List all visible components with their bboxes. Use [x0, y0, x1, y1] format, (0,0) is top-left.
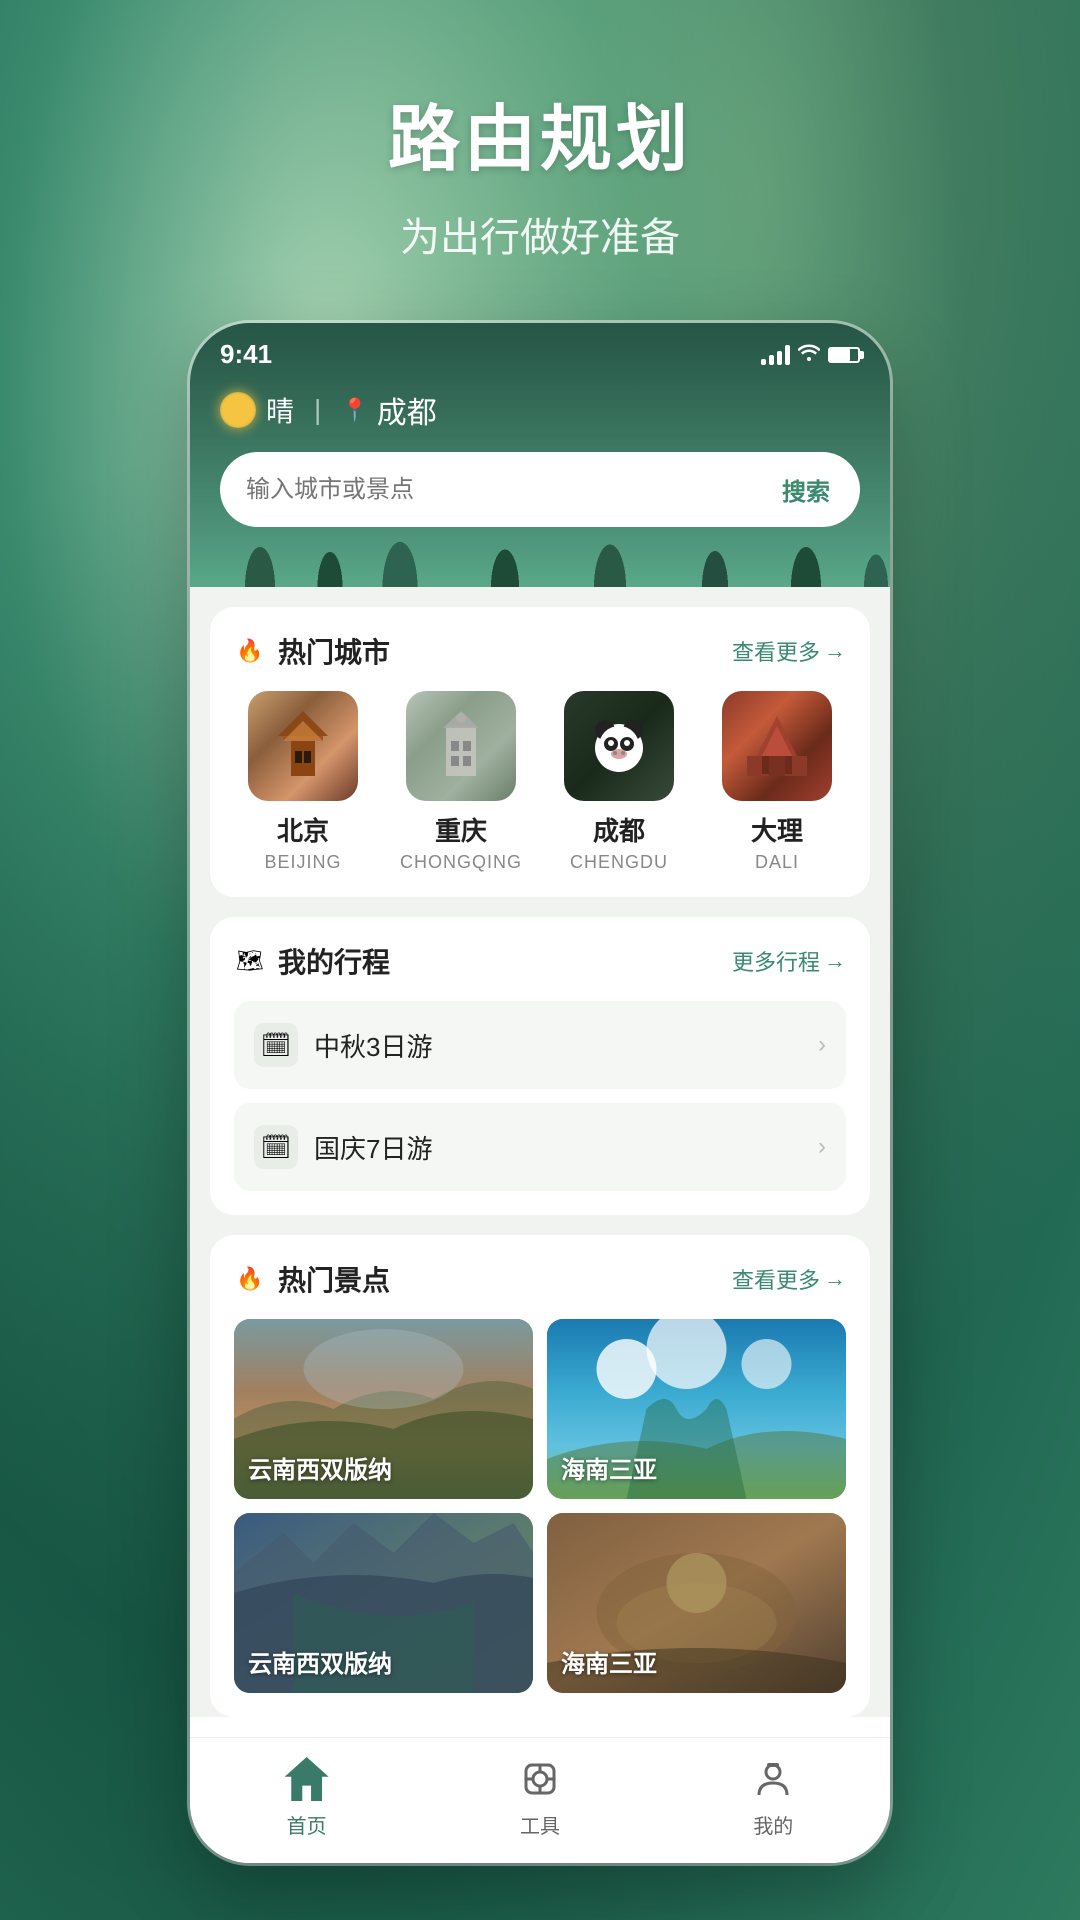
hot-cities-title-group: 🔥 热门城市 [234, 631, 390, 671]
trip-icon-national-day: 🗓 [254, 1125, 298, 1169]
trip-left: 🗓 中秋3日游 [254, 1023, 432, 1067]
status-icons [761, 343, 860, 366]
tab-icon-profile-container [748, 1754, 798, 1804]
tab-label-tools: 工具 [520, 1810, 560, 1839]
tools-icon [518, 1757, 562, 1801]
app-title: 路由规划 [388, 80, 692, 185]
search-bar: 搜索 [220, 452, 860, 527]
spot-label-3: 云南西双版纳 [248, 1644, 392, 1679]
tab-item-profile[interactable]: 我的 [657, 1754, 890, 1839]
city-name-beijing-zh: 北京 [277, 811, 329, 848]
city-item-dali[interactable]: 大理 DALI [708, 691, 846, 873]
more-arrow-icon: → [824, 948, 846, 974]
spot-label-4: 海南三亚 [561, 1644, 657, 1679]
chevron-right-icon: › [818, 1031, 826, 1059]
hot-spots-header: 🔥 热门景点 查看更多 → [234, 1259, 846, 1299]
spot-label-1: 云南西双版纳 [248, 1450, 392, 1485]
hot-spots-section: 🔥 热门景点 查看更多 → [210, 1235, 870, 1717]
status-bar: 9:41 [190, 323, 890, 378]
city-name-chongqing-zh: 重庆 [435, 811, 487, 848]
location-info: 📍 成都 [341, 388, 436, 432]
spot-item-3[interactable]: 云南西双版纳 [234, 1513, 533, 1693]
weather-bar: 晴 | 📍 成都 [190, 378, 890, 452]
hot-cities-more-label: 查看更多 [732, 635, 820, 667]
city-item-beijing[interactable]: 北京 BEIJING [234, 691, 372, 873]
my-trips-title: 我的行程 [278, 941, 390, 981]
hot-cities-more[interactable]: 查看更多 → [732, 635, 846, 667]
trips-icon: 🗺 [234, 945, 266, 977]
city-name-dali-en: DALI [755, 852, 799, 873]
home-icon [285, 1757, 329, 1801]
tab-label-home: 首页 [287, 1810, 327, 1839]
tab-item-tools[interactable]: 工具 [423, 1754, 656, 1839]
search-input[interactable] [246, 476, 760, 504]
spot-item-1[interactable]: 云南西双版纳 [234, 1319, 533, 1499]
search-container: 搜索 [190, 452, 890, 557]
phone-frame: 9:41 [190, 323, 890, 1863]
city-image-dali [722, 691, 832, 801]
weather-info: 晴 [220, 390, 294, 430]
trip-icon-mid-autumn: 🗓 [254, 1023, 298, 1067]
hot-cities-section: 🔥 热门城市 查看更多 → [210, 607, 870, 897]
arrow-right-icon: → [824, 638, 846, 664]
tab-item-home[interactable]: 首页 [190, 1754, 423, 1839]
tab-label-profile: 我的 [753, 1810, 793, 1839]
trip-name-national-day: 国庆7日游 [314, 1129, 432, 1166]
search-button[interactable]: 搜索 [772, 468, 840, 511]
city-name-chongqing-en: CHONGQING [400, 852, 522, 873]
spots-arrow-icon: → [824, 1266, 846, 1292]
city-image-beijing [248, 691, 358, 801]
profile-icon [751, 1757, 795, 1801]
spots-fire-icon: 🔥 [234, 1263, 266, 1295]
fire-icon: 🔥 [234, 635, 266, 667]
phone-header-bg: 9:41 [190, 323, 890, 587]
my-trips-header: 🗺 我的行程 更多行程 → [234, 941, 846, 981]
my-trips-more[interactable]: 更多行程 → [732, 945, 846, 977]
phone-content: 🔥 热门城市 查看更多 → [190, 587, 890, 1717]
signal-icon [761, 345, 790, 365]
weather-divider: | [314, 394, 321, 426]
cities-grid: 北京 BEIJING [234, 691, 846, 873]
trip-item-national-day[interactable]: 🗓 国庆7日游 › [234, 1103, 846, 1191]
spot-item-4[interactable]: 海南三亚 [547, 1513, 846, 1693]
city-name-chengdu-en: CHENGDU [570, 852, 668, 873]
tab-bar: 首页 工具 [190, 1737, 890, 1863]
city-image-chengdu [564, 691, 674, 801]
trip-left-2: 🗓 国庆7日游 [254, 1125, 432, 1169]
wifi-icon [798, 343, 820, 366]
city-image-chongqing [406, 691, 516, 801]
trip-name-mid-autumn: 中秋3日游 [314, 1027, 432, 1064]
hot-spots-title: 热门景点 [278, 1259, 390, 1299]
battery-icon [828, 347, 860, 363]
city-name-chengdu-zh: 成都 [593, 811, 645, 848]
spots-grid: 云南西双版纳 [234, 1319, 846, 1693]
status-time: 9:41 [220, 339, 272, 370]
city-name-beijing-en: BEIJING [264, 852, 341, 873]
tab-icon-tools-container [515, 1754, 565, 1804]
city-item-chongqing[interactable]: 重庆 CHONGQING [392, 691, 530, 873]
spot-item-2[interactable]: 海南三亚 [547, 1319, 846, 1499]
hot-cities-header: 🔥 热门城市 查看更多 → [234, 631, 846, 671]
city-item-chengdu[interactable]: 成都 CHENGDU [550, 691, 688, 873]
hot-spots-more[interactable]: 查看更多 → [732, 1263, 846, 1295]
city-name-dali-zh: 大理 [751, 811, 803, 848]
sun-icon [220, 392, 256, 428]
trip-item-mid-autumn[interactable]: 🗓 中秋3日游 › [234, 1001, 846, 1089]
app-header: 路由规划 为出行做好准备 [388, 80, 692, 263]
spot-label-2: 海南三亚 [561, 1450, 657, 1485]
location-city: 成都 [377, 388, 437, 432]
tab-icon-home-container [282, 1754, 332, 1804]
my-trips-section: 🗺 我的行程 更多行程 → 🗓 中秋3日游 › 🗓 国庆7日游 [210, 917, 870, 1215]
hot-spots-title-group: 🔥 热门景点 [234, 1259, 390, 1299]
hot-cities-title: 热门城市 [278, 631, 390, 671]
weather-condition: 晴 [266, 390, 294, 430]
chevron-right-icon-2: › [818, 1133, 826, 1161]
location-pin-icon: 📍 [341, 397, 368, 423]
app-subtitle: 为出行做好准备 [388, 205, 692, 263]
my-trips-title-group: 🗺 我的行程 [234, 941, 390, 981]
my-trips-more-label: 更多行程 [732, 945, 820, 977]
hot-spots-more-label: 查看更多 [732, 1263, 820, 1295]
